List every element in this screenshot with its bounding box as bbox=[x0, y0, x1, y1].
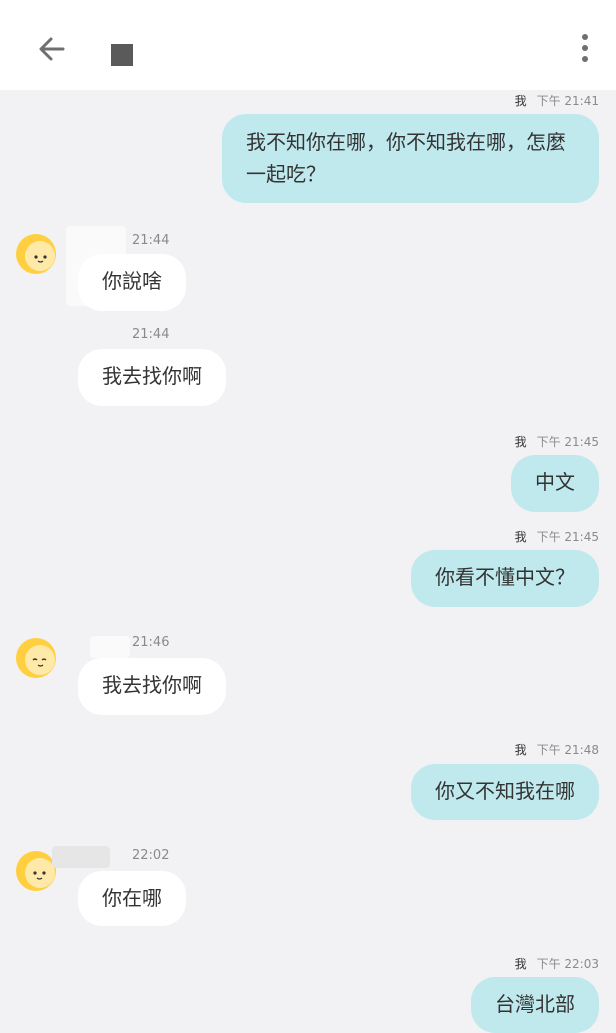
blurred-name bbox=[52, 846, 110, 868]
sender-label: 我 bbox=[514, 530, 527, 544]
sender-label: 我 bbox=[514, 435, 527, 449]
message-time: 22:02 bbox=[132, 848, 170, 863]
chat-title-avatar bbox=[111, 44, 133, 66]
outgoing-message-bubble[interactable]: 台灣北部 bbox=[471, 977, 599, 1033]
message-time: 下午 22:03 bbox=[536, 957, 599, 971]
sender-label: 我 bbox=[514, 957, 527, 971]
message-time: 下午 21:48 bbox=[536, 743, 599, 757]
message-meta: 我下午 22:03 bbox=[515, 955, 599, 972]
sender-label: 我 bbox=[514, 743, 527, 757]
sun-avatar-icon[interactable] bbox=[12, 224, 58, 276]
message-meta: 我下午 21:48 bbox=[515, 741, 599, 758]
outgoing-message-bubble[interactable]: 中文 bbox=[511, 455, 599, 512]
message-time: 下午 21:45 bbox=[536, 435, 599, 449]
outgoing-message-bubble[interactable]: 你看不懂中文？ bbox=[411, 550, 599, 607]
incoming-message-bubble[interactable]: 你說啥 bbox=[78, 254, 186, 311]
sender-label: 我 bbox=[514, 94, 527, 108]
message-time: 21:46 bbox=[132, 635, 170, 650]
incoming-message-bubble[interactable]: 我去找你啊 bbox=[78, 658, 226, 715]
outgoing-message-bubble[interactable]: 你又不知我在哪 bbox=[411, 764, 599, 820]
sun-avatar-icon[interactable] bbox=[12, 630, 58, 682]
back-arrow-icon[interactable] bbox=[36, 33, 68, 65]
message-time: 下午 21:45 bbox=[536, 530, 599, 544]
message-meta: 我下午 21:45 bbox=[515, 433, 599, 450]
message-meta: 我下午 21:45 bbox=[515, 528, 599, 545]
message-meta: 我下午 21:41 bbox=[515, 92, 599, 109]
message-time: 下午 21:41 bbox=[536, 94, 599, 108]
message-time: 21:44 bbox=[132, 327, 170, 342]
message-time: 21:44 bbox=[132, 233, 170, 248]
incoming-message-bubble[interactable]: 我去找你啊 bbox=[78, 349, 226, 406]
outgoing-message-bubble[interactable]: 我不知你在哪，你不知我在哪，怎麼一起吃？ bbox=[222, 114, 599, 203]
top-app-bar bbox=[0, 0, 616, 90]
incoming-message-bubble[interactable]: 你在哪 bbox=[78, 871, 186, 926]
blurred-name bbox=[90, 636, 130, 658]
more-vertical-icon[interactable] bbox=[573, 32, 597, 66]
